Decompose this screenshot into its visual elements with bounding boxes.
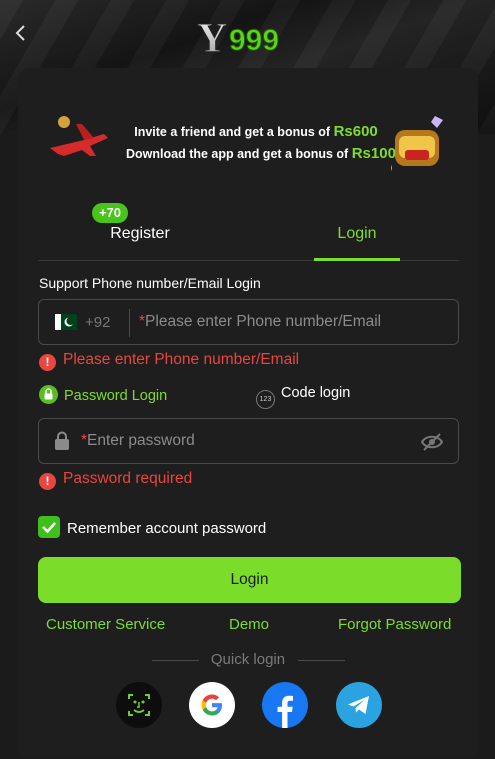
code-123-icon: 123 <box>256 390 275 409</box>
remember-password-checkbox[interactable]: Remember account password <box>38 516 266 538</box>
back-arrow-icon[interactable] <box>10 22 32 44</box>
facebook-icon <box>277 695 293 728</box>
phone-error-text: Please enter Phone number/Email <box>63 351 300 368</box>
field-divider <box>129 309 130 337</box>
register-bonus-badge: +70 <box>92 203 128 223</box>
banner-line-invite: Invite a friend and get a bonus of Rs600 <box>126 123 386 140</box>
phone-input-placeholder[interactable]: *Please enter Phone number/Email <box>139 313 381 331</box>
customer-service-link[interactable]: Customer Service <box>46 616 165 633</box>
remember-label: Remember account password <box>67 520 267 537</box>
tab-login[interactable]: Login <box>314 212 400 261</box>
slot-machine-icon <box>391 116 443 171</box>
facebook-login-button[interactable] <box>262 682 308 728</box>
quick-login-divider-right <box>298 660 345 661</box>
password-field[interactable]: *Enter password <box>38 418 459 464</box>
forgot-password-link[interactable]: Forgot Password <box>338 616 451 633</box>
svg-text:Y: Y <box>197 16 227 60</box>
phone-email-field[interactable]: +92 *Please enter Phone number/Email <box>38 299 459 345</box>
code-login-label: Code login <box>281 385 351 401</box>
password-placeholder-text: Enter password <box>87 432 195 449</box>
padlock-icon <box>55 431 69 450</box>
telegram-login-button[interactable] <box>336 682 382 728</box>
tab-login-label: Login <box>337 225 377 242</box>
password-error-message: ! Password required <box>39 470 192 490</box>
demo-link[interactable]: Demo <box>229 616 269 633</box>
banner-line1-text: Invite a friend and get a bonus of <box>134 125 331 139</box>
promo-banner[interactable]: Invite a friend and get a bonus of Rs600… <box>36 100 460 190</box>
plane-icon <box>50 116 108 156</box>
y999-logo: Y 999 <box>197 16 280 61</box>
login-button[interactable]: Login <box>38 557 461 603</box>
country-code[interactable]: +92 <box>85 314 110 331</box>
phone-error-message: ! Please enter Phone number/Email <box>39 351 299 371</box>
password-login-label: Password Login <box>64 388 168 404</box>
banner-line1-amount: Rs600 <box>333 123 378 140</box>
checkmark-icon[interactable] <box>38 516 60 538</box>
telegram-icon <box>348 696 369 714</box>
google-icon <box>201 694 222 716</box>
code-login-option[interactable]: 123 Code login <box>256 385 350 409</box>
password-error-text: Password required <box>63 470 193 487</box>
banner-line2-amount: Rs100 <box>351 145 396 162</box>
face-id-button[interactable] <box>116 682 162 728</box>
error-icon: ! <box>39 354 56 371</box>
password-login-option[interactable]: Password Login <box>39 385 167 404</box>
google-login-button[interactable] <box>189 682 235 728</box>
phone-placeholder-text: Please enter Phone number/Email <box>145 313 382 330</box>
face-id-icon <box>128 694 150 716</box>
banner-line2-text: Download the app and get a bonus of <box>126 147 349 161</box>
error-icon: ! <box>39 473 56 490</box>
banner-line-download: Download the app and get a bonus of Rs10… <box>126 145 396 162</box>
pakistan-flag-icon[interactable] <box>55 314 77 330</box>
support-label: Support Phone number/Email Login <box>39 275 261 291</box>
lock-icon <box>39 385 58 404</box>
eye-hidden-icon[interactable] <box>420 431 444 453</box>
svg-text:999: 999 <box>229 24 279 57</box>
password-input-placeholder[interactable]: *Enter password <box>81 432 195 450</box>
